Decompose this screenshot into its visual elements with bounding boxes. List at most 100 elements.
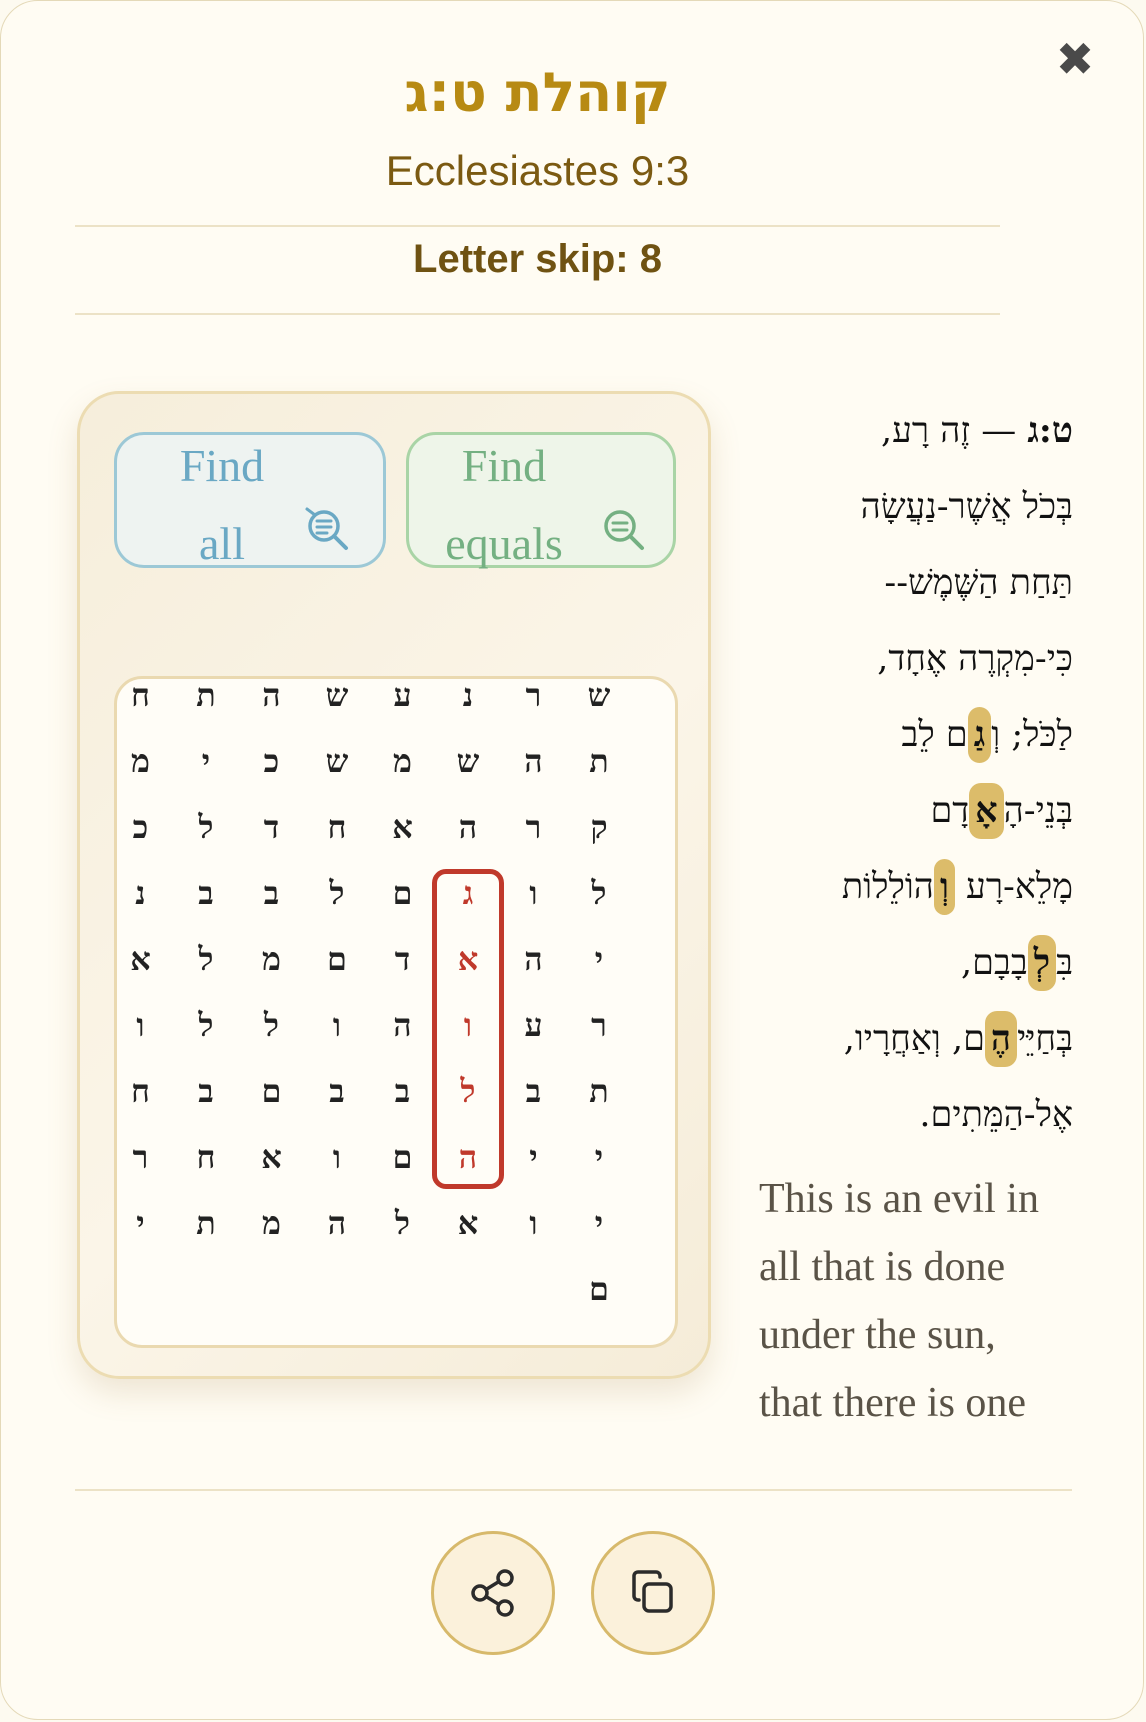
els-grid-panel: Find all Find equals ח ת ה ש ע נ ר ש מ י…	[77, 391, 711, 1379]
grid-letter: מ	[131, 742, 150, 780]
divider	[75, 225, 1000, 227]
verse-line: תַּחַת הַשֶּׁמֶשׁ--	[741, 545, 1073, 621]
grid-letter: ת	[196, 1204, 216, 1242]
grid-letter: ר	[525, 676, 542, 714]
divider	[75, 1489, 1072, 1491]
verse-text-hebrew: ט:ג — זֶה רָע, בְּכֹל אֲשֶׁר-נַעֲשָׂה תַּח…	[741, 393, 1073, 1153]
grid-letter: ב	[263, 874, 280, 912]
verse-text: דָם	[930, 791, 970, 831]
letter-skip-label: Letter skip: 8	[413, 237, 662, 281]
grid-letter: י	[594, 1138, 604, 1176]
grid-letter: ת	[196, 676, 216, 714]
verse-text: ם, וְאַחֲרָיו,	[843, 1019, 985, 1059]
share-button[interactable]	[431, 1531, 555, 1655]
grid-letter: ה	[393, 1006, 412, 1044]
divider	[75, 313, 1000, 315]
grid-letter: ם	[261, 1072, 282, 1110]
search-list-icon	[305, 507, 348, 550]
highlighted-letter: לְ	[1027, 935, 1057, 991]
verse-text: בָבָם,	[961, 943, 1028, 983]
grid-letter: כ	[132, 808, 149, 846]
grid-letter: ה	[458, 808, 478, 846]
grid-letter: ו	[332, 1006, 342, 1044]
grid-letter: ש	[325, 742, 349, 780]
letter-grid: חתהשענרשמיכשמשהתכלדחאהרקנבבלםגולאלמםדאהי…	[114, 676, 678, 1348]
grid-letter: א	[130, 940, 151, 978]
grid-letter: ח	[196, 1138, 216, 1176]
grid-letter: ו	[529, 874, 538, 912]
grid-letter: א	[457, 1204, 479, 1242]
grid-letter: ו	[332, 1138, 342, 1176]
grid-letter: ש	[456, 742, 480, 780]
verse-line: בְּנֵי-הָאָדָם	[741, 773, 1073, 849]
translation-line: that there is one	[759, 1380, 1027, 1426]
grid-letter: ה	[327, 1204, 347, 1242]
verse-text: ם לֵב	[901, 715, 968, 755]
grid-letter: ם	[327, 940, 347, 978]
grid-letter: ו	[529, 1204, 538, 1242]
highlighted-letter: גַ	[967, 707, 992, 763]
verse-text: בְּנֵי-הָ	[1003, 791, 1073, 831]
grid-letter: ם	[392, 1138, 413, 1176]
grid-letter: ה	[524, 742, 543, 780]
grid-letter: ה	[524, 940, 543, 978]
grid-letter: ח	[131, 676, 150, 714]
grid-letter: ח	[131, 1072, 150, 1110]
verse-line: כִּי-מִקְרֶה אֶחָד,	[741, 621, 1073, 697]
verse-line: לַכֹּל; וְגַם לֵב	[741, 697, 1073, 773]
grid-letter: ר	[525, 808, 542, 846]
copy-button[interactable]	[591, 1531, 715, 1655]
find-equals-label: Find equals	[445, 440, 563, 569]
grid-letter: ב	[329, 1072, 345, 1110]
grid-letter: ד	[394, 940, 411, 978]
grid-letter: ב	[394, 1072, 411, 1110]
grid-letter: ל	[395, 1204, 410, 1242]
highlighted-letter: אָ	[969, 783, 1004, 839]
verse-text: הוֹלֵלוֹת	[841, 867, 934, 907]
grid-letter: ב	[198, 1072, 214, 1110]
find-all-button[interactable]: Find all	[114, 432, 386, 569]
grid-letter: מ	[393, 742, 412, 780]
verse-line: אֶל-הַמֵּתִים.	[741, 1077, 1073, 1153]
highlight-sequence-box	[432, 869, 504, 1189]
grid-letter: ם	[589, 1270, 609, 1308]
grid-letter: ה	[262, 676, 281, 714]
verse-line: ט:ג — זֶה רָע,	[741, 393, 1073, 469]
verse-text: בְּכֹל אֲשֶׁר-נַעֲשָׂה	[860, 487, 1073, 527]
search-equals-icon	[604, 510, 644, 550]
verse-title-hebrew: קוהלת ט:ג	[404, 61, 671, 124]
translation-line: under the sun,	[759, 1312, 996, 1358]
grid-letter: ם	[392, 874, 413, 912]
grid-letter: נ	[135, 874, 146, 912]
verse-text: מָלֵא-רָע	[954, 867, 1073, 907]
translation-line: all that is done	[759, 1244, 1006, 1290]
verse-text: — זֶה רָע,	[880, 411, 1028, 451]
verse-line: בְּכֹל אֲשֶׁר-נַעֲשָׂה	[741, 469, 1073, 545]
verse-title-english: Ecclesiastes 9:3	[385, 147, 690, 194]
copy-icon	[632, 1570, 673, 1613]
grid-letter: י	[594, 1204, 604, 1242]
find-equals-button[interactable]: Find equals	[406, 432, 676, 569]
verse-text: תַּחַת הַשֶּׁמֶשׁ--	[884, 563, 1073, 603]
verse-line: בְּחַיֵּיהֶם, וְאַחֲרָיו,	[741, 1001, 1073, 1077]
highlighted-letter: וְ	[933, 859, 955, 915]
letter-skip-modal: ✖ קוהלת ט:ג Ecclesiastes 9:3 Letter skip…	[0, 0, 1144, 1720]
grid-letter: א	[261, 1138, 282, 1176]
grid-letter: כ	[263, 742, 280, 780]
grid-letter: ו	[136, 1006, 145, 1044]
verse-line: מָלֵא-רָע וְהוֹלֵלוֹת	[741, 849, 1073, 925]
verse-text: בְּחַיֵּי	[1017, 1019, 1073, 1059]
grid-letter: ל	[198, 940, 214, 978]
translation-line: This is an evil in	[759, 1176, 1039, 1222]
grid-letter: ד	[263, 808, 280, 846]
grid-letter: ח	[327, 808, 347, 846]
grid-letter: א	[392, 808, 413, 846]
grid-letter: י	[136, 1204, 145, 1242]
grid-letter: ל	[591, 874, 607, 912]
grid-letter: ש	[325, 676, 349, 714]
grid-letter: מ	[262, 1204, 281, 1242]
grid-letter: ת	[589, 742, 609, 780]
grid-letter: י	[594, 940, 604, 978]
grid-letter: י	[529, 1138, 538, 1176]
grid-letter: ר	[132, 1138, 149, 1176]
